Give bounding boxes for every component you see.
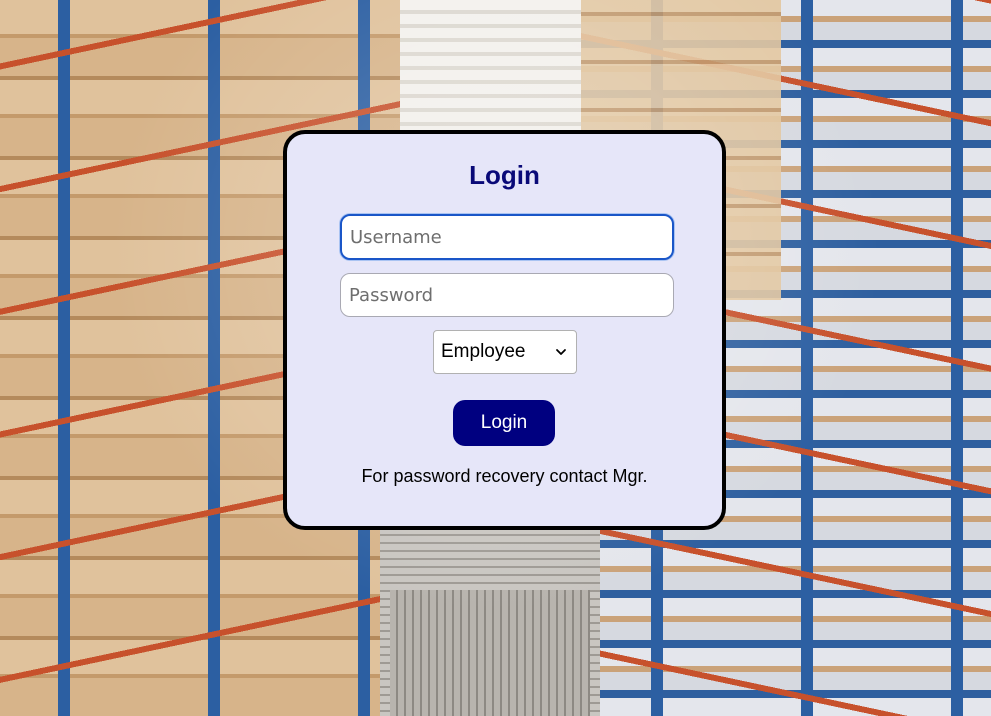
login-card: Login Employee Login For password recove… — [283, 130, 726, 530]
username-input[interactable] — [340, 214, 674, 260]
chevron-down-icon — [556, 349, 566, 355]
login-button[interactable]: Login — [453, 400, 555, 446]
password-input[interactable] — [340, 273, 674, 317]
role-select-value: Employee — [441, 341, 526, 362]
role-select[interactable]: Employee — [433, 330, 577, 374]
page-title: Login — [469, 160, 540, 190]
password-recovery-note: For password recovery contact Mgr. — [361, 466, 648, 486]
